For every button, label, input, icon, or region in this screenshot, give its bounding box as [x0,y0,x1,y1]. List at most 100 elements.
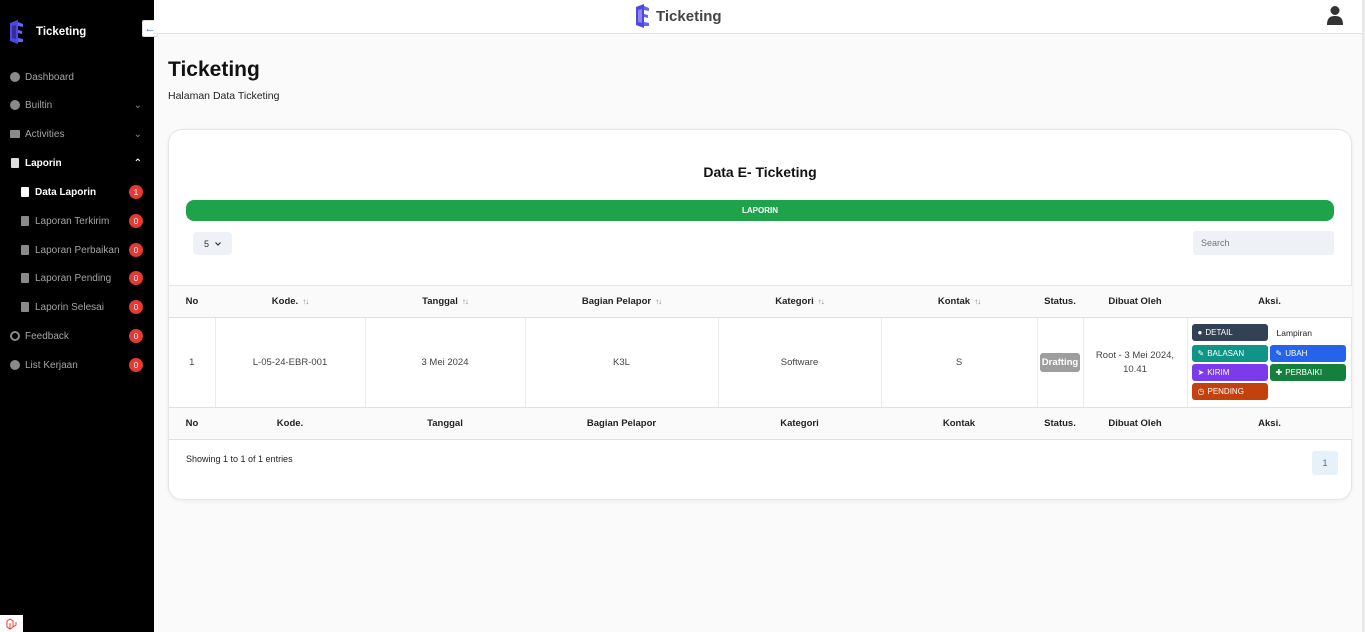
wrench-icon: ✚ [1275,368,1283,377]
logo-icon [636,4,649,28]
sidebar-item-laporan-terkirim[interactable]: Laporan Terkirim 0 [19,211,144,231]
sidebar-item-activities[interactable]: Activities ⌄ [9,124,144,144]
kirim-button-label: KIRIM [1207,368,1230,377]
col-header-label: Kontak [937,296,971,307]
status-badge: Drafting [1039,353,1081,372]
search-input[interactable] [1193,231,1334,255]
col-header-bagian-pelapor[interactable]: Bagian Pelapor ↑↓ [525,285,718,318]
sidebar-item-label: List Kerjaan [25,359,78,371]
card-icon [9,129,20,140]
sidebar-item-builtin[interactable]: Builtin ⌄ [9,95,144,115]
col-footer-dibuat-oleh: Dibuat Oleh [1083,407,1187,440]
cell-status: Drafting [1037,317,1084,408]
top-navbar: Ticketing [154,0,1365,34]
sidebar: Ticketing ← Dashboard Builtin ⌄ Activiti… [0,0,158,632]
page-length-select[interactable]: 5 [193,232,232,255]
col-footer-tanggal: Tanggal [365,407,525,440]
dot-icon [9,100,20,111]
col-header-label: Kode. [271,296,299,307]
balasan-button[interactable]: ✎ BALASAN [1191,345,1268,362]
col-header-label: Status. [1044,296,1076,307]
file-clock-icon [19,273,30,284]
perbaiki-button[interactable]: ✚ PERBAIKI [1269,364,1346,381]
count-badge: 0 [129,358,143,372]
sidebar-item-label: Laporan Perbaikan [35,244,120,256]
send-icon: ➤ [1197,368,1205,377]
perbaiki-button-label: PERBAIKI [1285,368,1323,377]
page-subtitle: Halaman Data Ticketing [168,90,280,102]
info-icon: ● [1197,328,1203,337]
col-header-label: Bagian Pelapor [581,296,652,307]
file-check-icon [19,302,30,313]
count-badge: 0 [129,329,143,343]
ubah-button[interactable]: ✎ UBAH [1269,345,1346,362]
sidebar-item-laporan-perbaikan[interactable]: Laporan Perbaikan 0 [19,240,144,260]
col-header-no[interactable]: No [169,285,215,318]
sidebar-item-list-kerjaan[interactable]: List Kerjaan 0 [9,355,144,375]
table-header-row: No Kode. ↑↓ Tanggal ↑↓ Bagian Pelapor ↑↓ Ka… [169,285,1352,318]
col-header-dibuat-oleh: Dibuat Oleh [1083,285,1187,318]
col-footer-kontak: Kontak [881,407,1037,440]
sidebar-item-label: Feedback [25,330,69,342]
col-header-kategori[interactable]: Kategori ↑↓ [718,285,881,318]
sidebar-item-label: Laporin Selesai [35,301,104,313]
col-footer-status: Status. [1037,407,1083,440]
kirim-button[interactable]: ➤ KIRIM [1191,364,1268,381]
ticket-card: Data E- Ticketing LAPORIN 5 No Kode.↑↓ T… [168,129,1352,500]
sort-icon: ↑↓ [974,297,981,306]
col-header-label: Tanggal [422,296,458,307]
action-group: ● DETAIL Lampiran ✎ BALASAN ✎ UBAH ➤ KIRIM [1188,318,1353,407]
detail-button-label: DETAIL [1205,328,1233,337]
clipboard-icon [9,158,20,169]
laporin-button[interactable]: LAPORIN [186,200,1334,221]
file-icon [19,216,30,227]
sort-icon: ↑↓ [302,297,309,306]
count-badge: 0 [129,214,143,228]
cell-kontak: S [881,317,1038,408]
sidebar-brand-label: Ticketing [36,26,87,38]
sidebar-item-dashboard[interactable]: Dashboard [9,67,144,87]
card-title: Data E- Ticketing [703,164,817,180]
chevron-up-icon: ⌃ [133,157,142,169]
table-footer-row: No Kode. Tanggal Bagian Pelapor Kategori… [169,407,1352,440]
top-brand[interactable]: Ticketing [634,4,722,28]
pending-button[interactable]: ◷ PENDING [1191,383,1268,400]
detail-button[interactable]: ● DETAIL [1191,324,1268,341]
edit-icon: ✎ [1275,349,1283,358]
sidebar-item-label: Data Laporin [35,186,97,198]
logo-icon [10,20,23,44]
col-footer-no: No [169,407,215,440]
pagination-page-1[interactable]: 1 [1312,451,1338,475]
page-length-value: 5 [203,238,209,249]
clock-icon: ◷ [1197,387,1205,396]
edit-doc-icon [19,245,30,256]
sidebar-item-laporan-pending[interactable]: Laporan Pending 0 [19,268,144,288]
page-title: Ticketing [168,58,260,81]
sidebar-item-laporin[interactable]: Laporin ⌃ [9,153,144,173]
chevron-down-icon [215,241,221,246]
cell-kode: L-05-24-EBR-001 [215,317,366,408]
sidebar-item-label: Laporan Pending [35,272,112,284]
cell-tanggal: 3 Mei 2024 [365,317,526,408]
user-icon[interactable] [1327,5,1343,30]
sidebar-brand[interactable]: Ticketing [8,20,86,44]
col-header-label: Dibuat Oleh [1108,296,1162,307]
lampiran-link[interactable]: Lampiran [1277,328,1312,338]
sort-icon: ↑↓ [461,297,469,306]
col-header-label: No [185,296,199,307]
top-brand-label: Ticketing [656,7,722,25]
sort-icon: ↑↓ [655,297,662,306]
laravel-icon[interactable] [0,615,23,632]
col-header-tanggal[interactable]: Tanggal ↑↓ [365,285,525,318]
sort-icon: ↑↓ [817,297,825,306]
edit-doc-icon [19,187,30,198]
ubah-button-label: UBAH [1285,349,1308,358]
col-header-kode[interactable]: Kode. ↑↓ [215,285,365,318]
sidebar-item-feedback[interactable]: Feedback 0 [9,326,144,346]
col-header-kontak[interactable]: Kontak ↑↓ [881,285,1037,318]
col-header-label: Aksi. [1258,296,1281,307]
cell-dibuat-oleh: Root - 3 Mei 2024, 10.41 [1083,317,1188,408]
sidebar-item-data-laporin[interactable]: Data Laporin 1 [19,182,144,202]
sidebar-item-laporin-selesai[interactable]: Laporin Selesai 0 [19,297,144,317]
laporin-button-label: LAPORIN [742,206,778,215]
